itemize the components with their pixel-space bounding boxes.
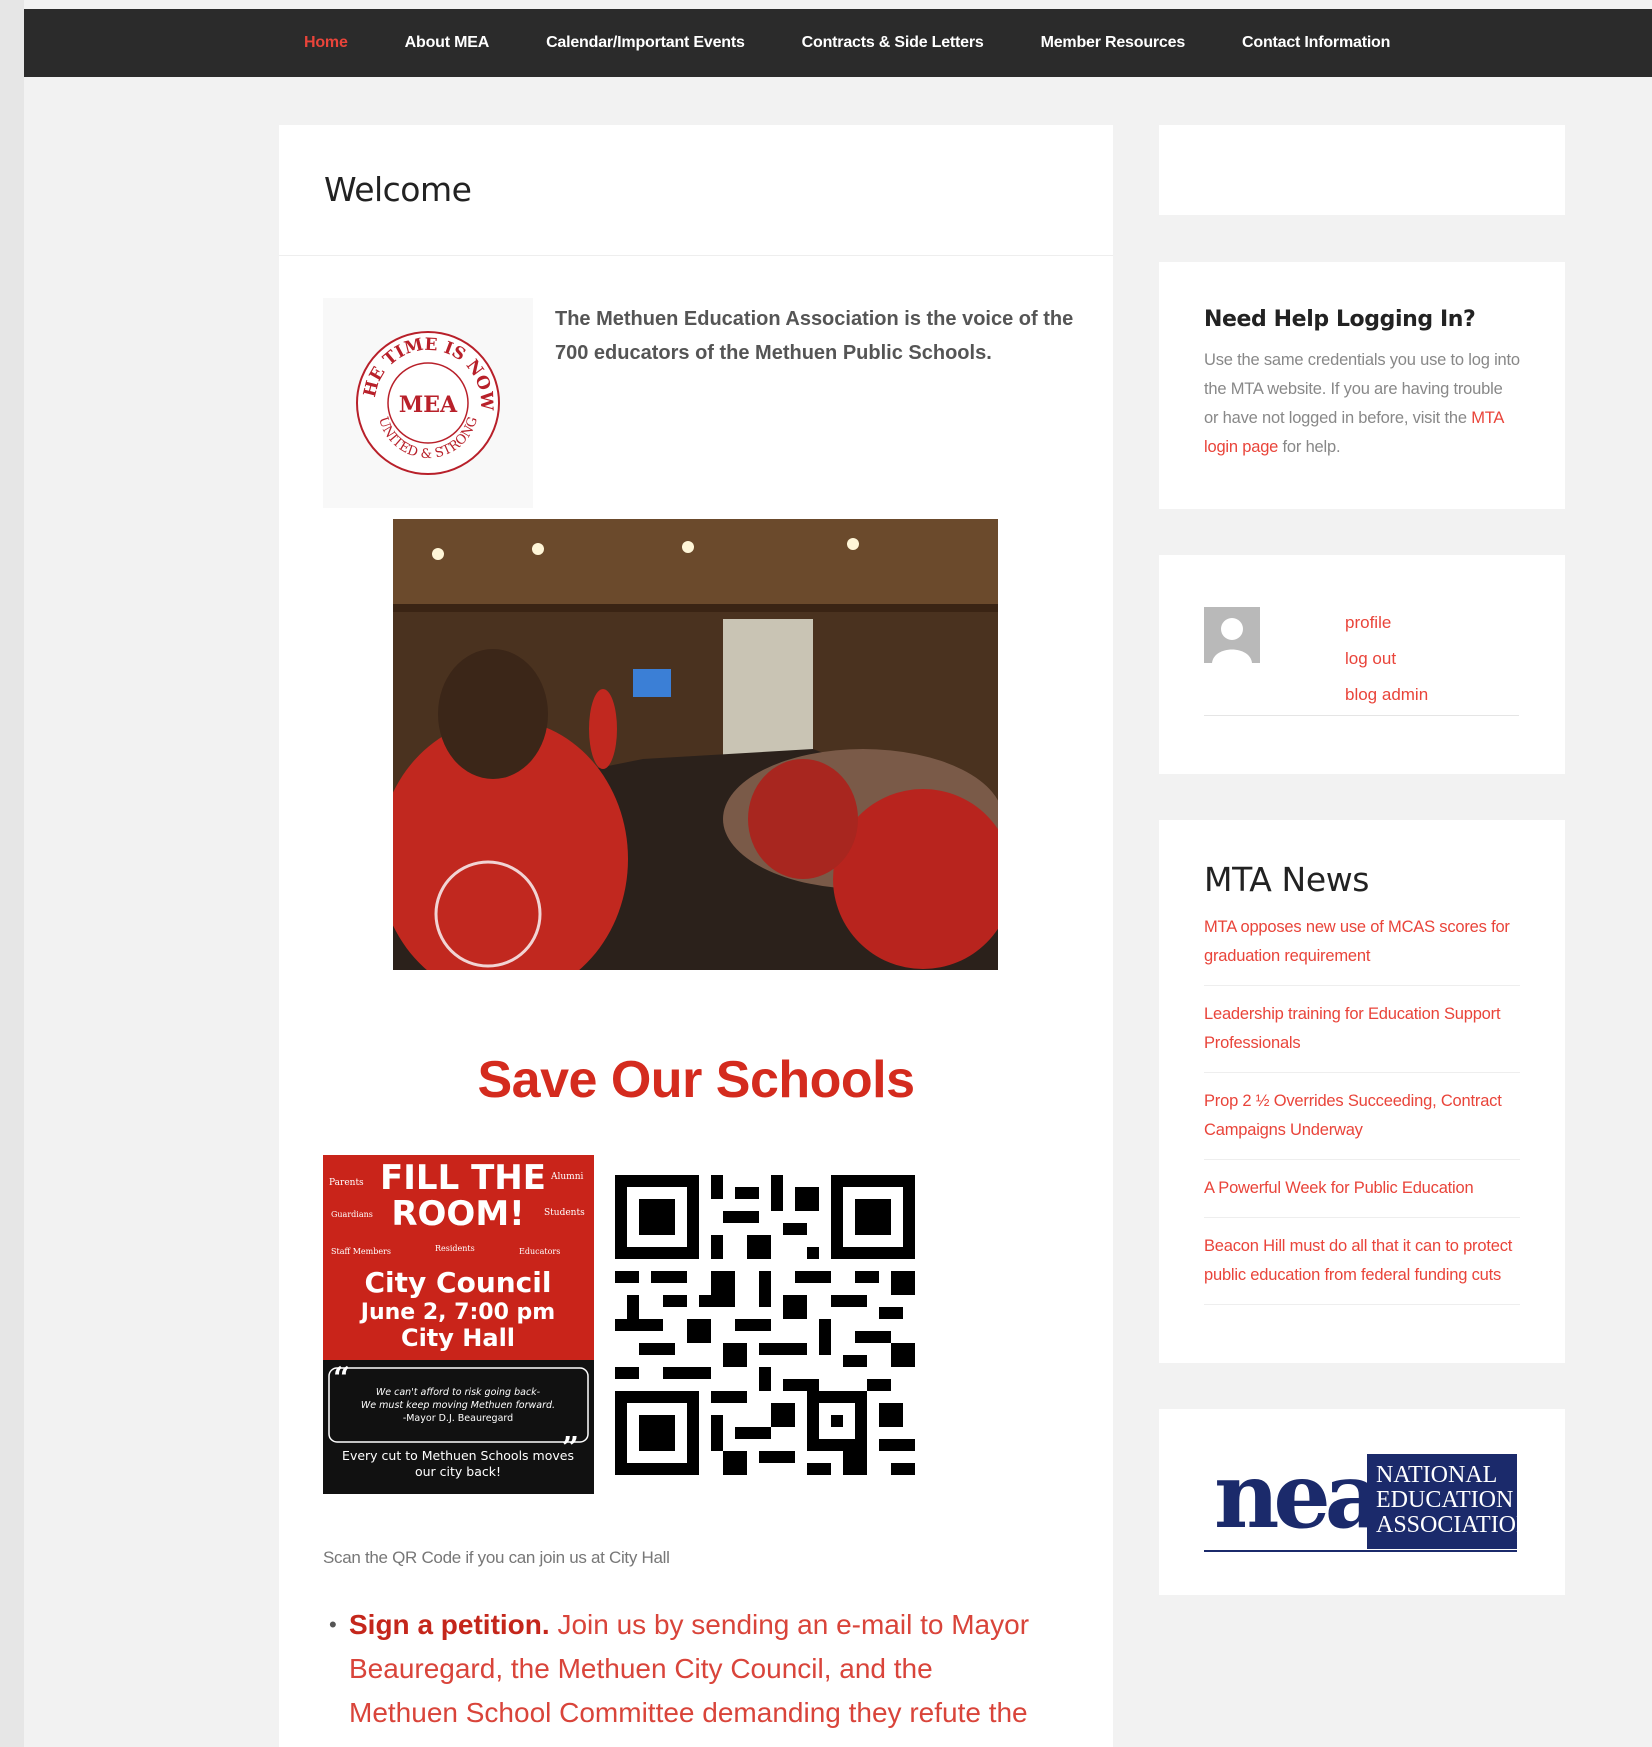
- petition-lead-link[interactable]: Sign a petition.: [349, 1609, 550, 1640]
- main-content-card: Welcome THE TIME IS NOW UNITED & STRONG …: [279, 125, 1113, 1747]
- main-nav: Home About MEA Calendar/Important Events…: [304, 9, 1447, 77]
- svg-text:Alumni: Alumni: [550, 1172, 584, 1182]
- avatar[interactable]: [1204, 607, 1260, 663]
- account-widget: profile log out blog admin: [1159, 555, 1565, 774]
- svg-text:We must keep moving Methuen fo: We must keep moving Methuen forward.: [361, 1400, 555, 1411]
- svg-text:We can't afford to risk going: We can't afford to risk going back-: [376, 1387, 541, 1398]
- user-placeholder-icon: [1204, 607, 1260, 663]
- qr-code[interactable]: [615, 1175, 915, 1475]
- login-help-text-end: for help.: [1278, 438, 1341, 456]
- nav-calendar[interactable]: Calendar/Important Events: [546, 34, 745, 52]
- fill-the-room-flyer: Parents Alumni Guardians Students Staff …: [323, 1155, 594, 1494]
- svg-text:FILL THE: FILL THE: [380, 1158, 546, 1198]
- council-meeting-photo: [393, 519, 998, 970]
- news-item[interactable]: Leadership training for Education Suppor…: [1204, 1000, 1520, 1073]
- svg-text:Students: Students: [544, 1208, 585, 1218]
- svg-text:Guardians: Guardians: [331, 1210, 373, 1219]
- account-links: profile log out blog admin: [1345, 613, 1428, 721]
- mea-seal-icon: THE TIME IS NOW UNITED & STRONG MEA: [353, 328, 500, 475]
- login-help-widget: Need Help Logging In? Use the same crede…: [1159, 262, 1565, 509]
- svg-text:City Hall: City Hall: [401, 1324, 515, 1352]
- sidebar-empty-widget: [1159, 125, 1565, 215]
- svg-text:Educators: Educators: [519, 1247, 560, 1256]
- nea-line-1: NATIONAL: [1376, 1462, 1498, 1488]
- login-help-text: Use the same credentials you use to log …: [1204, 346, 1520, 462]
- save-our-schools-heading: Save Our Schools: [477, 1051, 915, 1109]
- petition-list-item: • Sign a petition. Join us by sending an…: [329, 1603, 1049, 1735]
- svg-text:“: “: [333, 1361, 350, 1396]
- news-item[interactable]: Prop 2 ½ Overrides Succeeding, Contract …: [1204, 1087, 1520, 1160]
- svg-text:City Council: City Council: [365, 1266, 552, 1299]
- news-item[interactable]: Beacon Hill must do all that it can to p…: [1204, 1232, 1520, 1305]
- nav-contact[interactable]: Contact Information: [1242, 34, 1390, 52]
- page-header: Welcome: [279, 125, 1113, 256]
- divider: [1204, 715, 1519, 716]
- nav-contracts[interactable]: Contracts & Side Letters: [802, 34, 984, 52]
- nea-name-box: NATIONAL EDUCATION ASSOCIATION: [1367, 1454, 1534, 1549]
- svg-text:Residents: Residents: [435, 1244, 475, 1253]
- intro-paragraph: The Methuen Education Association is the…: [555, 308, 1074, 364]
- nea-underline: [1204, 1550, 1517, 1552]
- svg-text:MEA: MEA: [399, 392, 458, 418]
- svg-text:-Mayor D.J. Beauregard: -Mayor D.J. Beauregard: [403, 1413, 513, 1424]
- nav-member-resources[interactable]: Member Resources: [1041, 34, 1186, 52]
- news-item[interactable]: A Powerful Week for Public Education: [1204, 1174, 1520, 1218]
- mta-news-widget: MTA News MTA opposes new use of MCAS sco…: [1159, 820, 1565, 1363]
- nav-home[interactable]: Home: [304, 34, 348, 52]
- svg-text:ROOM!: ROOM!: [391, 1194, 524, 1234]
- svg-text:Parents: Parents: [329, 1178, 364, 1188]
- nea-wordmark: nea: [1214, 1443, 1383, 1549]
- logout-link[interactable]: log out: [1345, 649, 1428, 685]
- nea-line-3: ASSOCIATION: [1376, 1512, 1534, 1538]
- news-item[interactable]: MTA opposes new use of MCAS scores for g…: [1204, 913, 1520, 986]
- bullet-icon: •: [329, 1612, 337, 1637]
- svg-text:Staff Members: Staff Members: [331, 1247, 391, 1256]
- mea-logo: THE TIME IS NOW UNITED & STRONG MEA: [323, 298, 533, 508]
- nav-about-mea[interactable]: About MEA: [405, 34, 490, 52]
- svg-text:June 2, 7:00 pm: June 2, 7:00 pm: [359, 1300, 555, 1325]
- mta-news-title: MTA News: [1204, 860, 1370, 899]
- nea-line-2: EDUCATION: [1376, 1487, 1514, 1513]
- svg-text:Every cut to Methuen Schools m: Every cut to Methuen Schools moves: [342, 1448, 574, 1463]
- login-help-title: Need Help Logging In?: [1204, 307, 1476, 332]
- qr-caption: Scan the QR Code if you can join us at C…: [323, 1548, 670, 1567]
- page-title: Welcome: [324, 170, 472, 209]
- profile-link[interactable]: profile: [1345, 613, 1428, 649]
- svg-text:our city back!: our city back!: [415, 1464, 501, 1479]
- nea-logo-widget[interactable]: nea NATIONAL EDUCATION ASSOCIATION: [1159, 1409, 1565, 1595]
- top-navigation-bar: Home About MEA Calendar/Important Events…: [24, 9, 1652, 77]
